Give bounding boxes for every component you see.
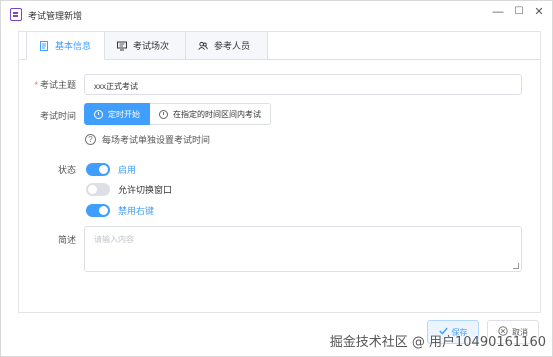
exam-subject-input[interactable]: xxx正式考试 xyxy=(84,74,522,95)
toggle-switch[interactable] xyxy=(86,163,110,176)
close-button[interactable]: ✕ xyxy=(532,6,546,18)
exam-time-label: 考试时间 xyxy=(39,111,76,121)
tab-basic-info[interactable]: 基本信息 xyxy=(26,32,105,60)
description-textarea[interactable]: 请输入内容 xyxy=(84,226,522,272)
clock-icon xyxy=(159,109,168,119)
maximize-button[interactable]: ☐ xyxy=(512,6,526,18)
title-bar: 考试管理新增 — ☐ ✕ xyxy=(1,1,552,27)
window-title: 考试管理新增 xyxy=(28,11,83,21)
exam-time-hint: ? 每场考试单独设置考试时间 xyxy=(85,133,210,146)
monitor-icon xyxy=(117,41,127,51)
exam-subject-value: xxx正式考试 xyxy=(94,82,138,91)
tab-bar: 基本信息 考试场次 参考人员 xyxy=(26,32,268,60)
form-panel: 基本信息 考试场次 参考人员 * 考试主题 xxx正式考试 考试时间 定时开始 … xyxy=(18,31,541,313)
tab-label: 考试场次 xyxy=(133,41,170,51)
switch-allow-window-switch[interactable]: 允许切换窗口 xyxy=(86,183,172,196)
minimize-button[interactable]: — xyxy=(491,6,505,18)
tab-participants[interactable]: 参考人员 xyxy=(186,32,268,60)
description-placeholder: 请输入内容 xyxy=(94,235,134,244)
switch-disable-right-click[interactable]: 禁用右键 xyxy=(86,204,154,217)
clock-icon xyxy=(94,109,103,119)
question-icon: ? xyxy=(85,134,96,145)
dialog-window: 考试管理新增 — ☐ ✕ 基本信息 考试场次 参考人员 * 考试主题 xxx正式… xyxy=(0,0,553,357)
toggle-switch[interactable] xyxy=(86,204,110,217)
status-label: 状态 xyxy=(57,165,76,175)
tab-label: 基本信息 xyxy=(55,41,92,51)
app-form-icon xyxy=(10,8,22,21)
tab-label: 参考人员 xyxy=(214,41,251,51)
tab-exam-sessions[interactable]: 考试场次 xyxy=(105,32,186,60)
switch-enable[interactable]: 启用 xyxy=(86,163,136,176)
exam-time-selector: 定时开始 在指定的时间区间内考试 xyxy=(84,103,271,125)
resize-handle[interactable] xyxy=(513,263,519,269)
description-label: 简述 xyxy=(57,235,76,245)
option-scheduled-start[interactable]: 定时开始 xyxy=(84,103,150,125)
document-icon xyxy=(39,40,49,51)
option-time-range[interactable]: 在指定的时间区间内考试 xyxy=(150,103,271,125)
exam-subject-label: * 考试主题 xyxy=(34,80,76,90)
watermark: 掘金技术社区 @ 用户10490161160 xyxy=(329,335,546,350)
users-icon xyxy=(198,41,208,51)
toggle-switch[interactable] xyxy=(86,183,110,196)
